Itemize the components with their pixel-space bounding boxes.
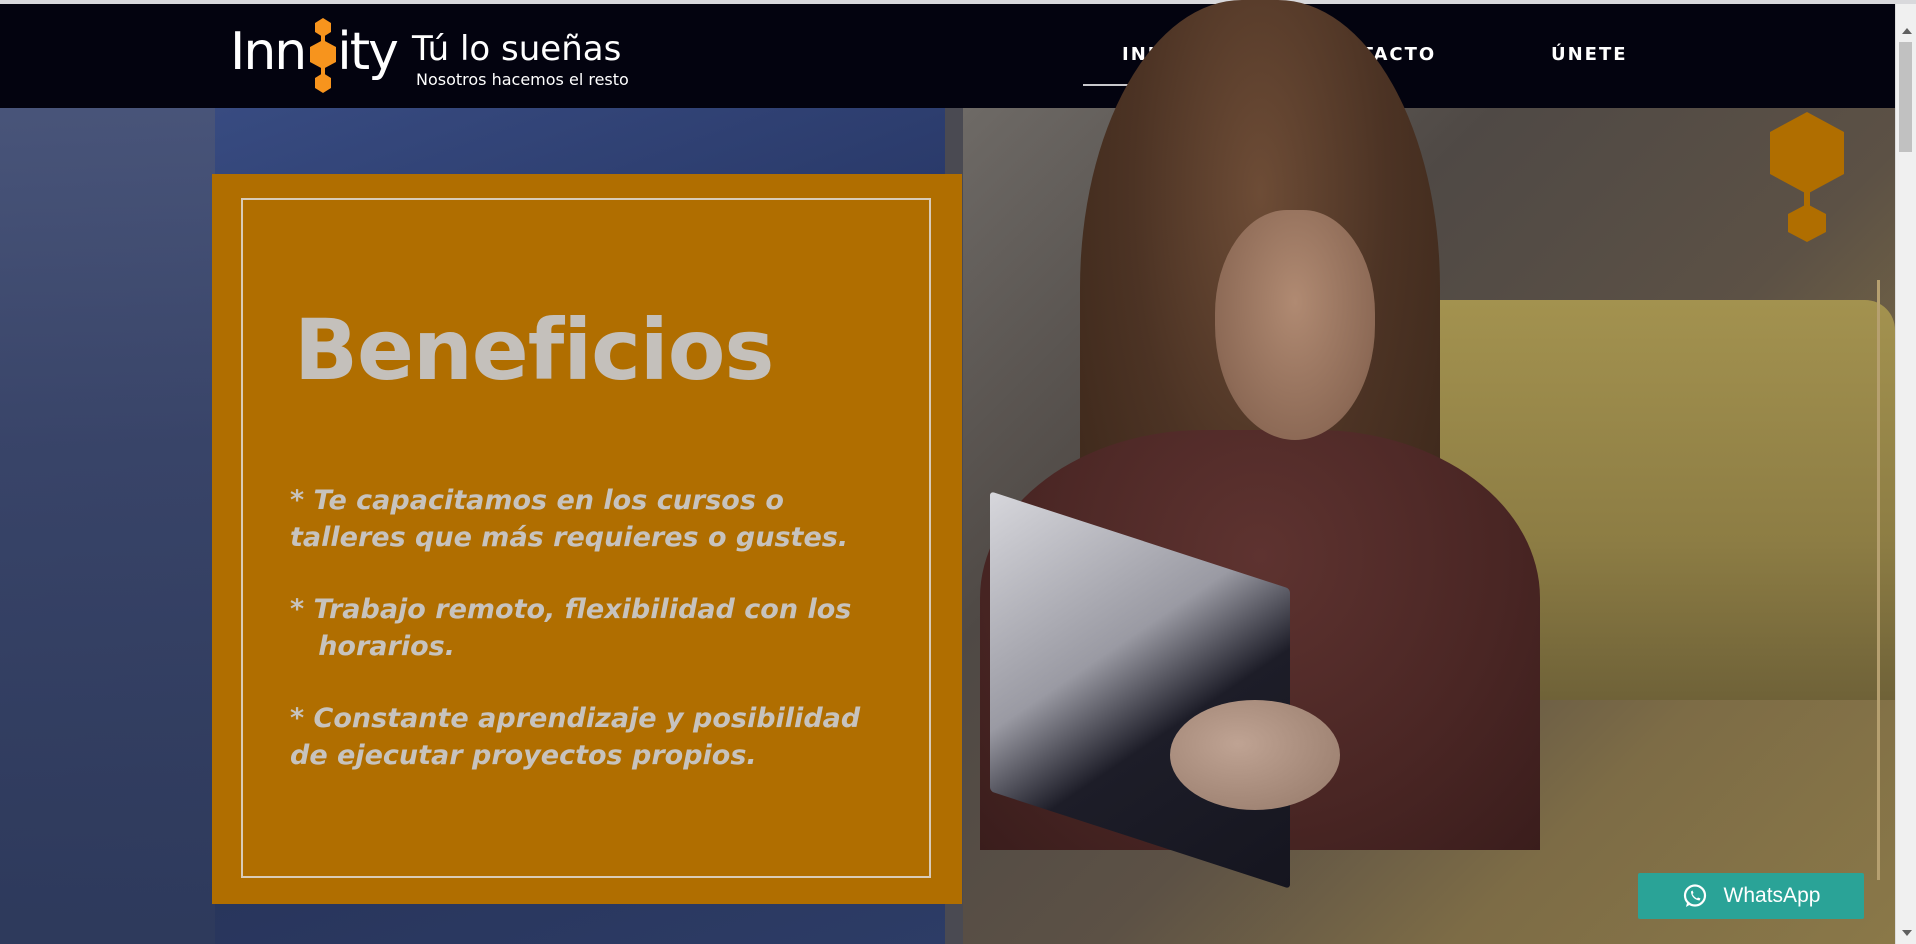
benefit-line: * Trabajo remoto, flexibilidad con los: [290, 594, 852, 625]
benefits-title: Beneficios: [294, 301, 774, 399]
hexagon-decoration-icon: [1770, 112, 1844, 242]
hero-background-left-edge: [0, 108, 215, 944]
page: Inn ity Tú lo sueñas Nosotros hacemos el …: [0, 0, 1916, 944]
logo-tagline: Tú lo sueñas: [412, 29, 622, 69]
decorative-vertical-line: [1877, 280, 1880, 880]
scrollbar-thumb[interactable]: [1899, 42, 1912, 152]
benefit-line: * Te capacitamos en los cursos o: [290, 485, 784, 516]
benefit-line: de ejecutar proyectos propios.: [290, 740, 757, 771]
whatsapp-icon: [1683, 884, 1706, 907]
benefit-line: horarios.: [290, 631, 455, 662]
hexagon-chain-icon: [310, 18, 336, 93]
logo-subtagline: Nosotros hacemos el resto: [416, 70, 629, 89]
benefit-item: * Trabajo remoto, flexibilidad con los h…: [290, 591, 851, 665]
nav-item-unete[interactable]: ÚNETE: [1551, 44, 1628, 65]
photo-hand: [1170, 700, 1340, 810]
whatsapp-button[interactable]: WhatsApp: [1638, 873, 1864, 919]
site-logo[interactable]: Inn ity Tú lo sueñas Nosotros hacemos el …: [230, 18, 630, 98]
benefit-line: talleres que más requieres o gustes.: [290, 522, 849, 553]
benefit-line: * Constante aprendizaje y posibilidad: [290, 703, 861, 734]
benefit-item: * Constante aprendizaje y posibilidad de…: [290, 700, 860, 774]
page-scrollbar[interactable]: [1895, 4, 1916, 944]
scroll-up-arrow-icon[interactable]: [1902, 28, 1912, 34]
scroll-down-arrow-icon[interactable]: [1902, 930, 1912, 936]
whatsapp-label: WhatsApp: [1723, 884, 1821, 907]
site-header: Inn ity Tú lo sueñas Nosotros hacemos el …: [0, 4, 1895, 108]
photo-person-face: [1215, 210, 1375, 440]
benefit-item: * Te capacitamos en los cursos o tallere…: [290, 482, 848, 556]
